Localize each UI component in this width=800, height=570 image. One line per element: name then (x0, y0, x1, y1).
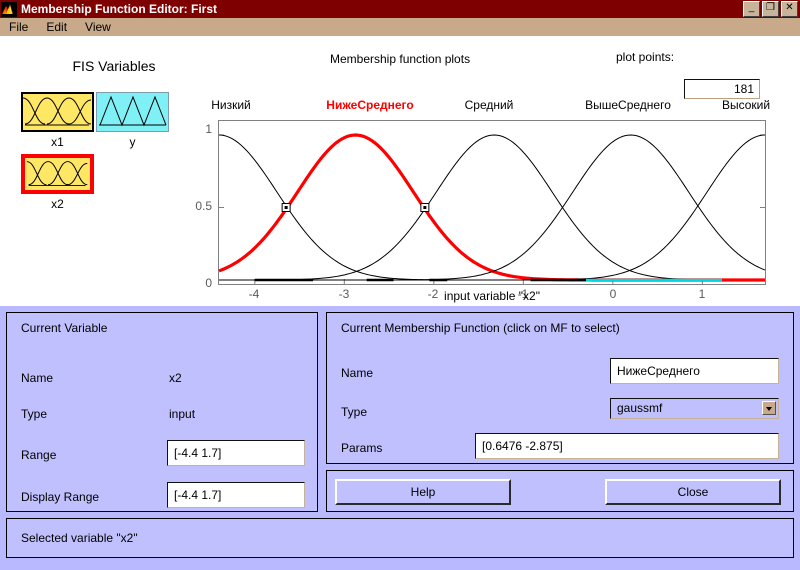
mf-type-select[interactable]: gaussmf (610, 398, 779, 419)
current-variable-panel: Current Variable Name x2 Type input Rang… (6, 312, 318, 512)
help-button[interactable]: Help (335, 479, 511, 505)
mf-label-vyshesrednego[interactable]: ВышеСреднего (585, 98, 671, 112)
matlab-membrane-icon (1, 1, 17, 17)
fis-variable-label-y: y (129, 135, 136, 149)
plot-points-label: plot points: (616, 50, 675, 64)
action-button-bar: Help Close (326, 470, 794, 512)
ytick-label-0: 0 (205, 276, 212, 290)
matlab-membrane-glyph (1, 1, 17, 17)
current-variable-panel-title: Current Variable (21, 321, 108, 335)
fis-variable-label-x2: x2 (51, 197, 64, 211)
mf-params-input[interactable]: [0.6476 -2.875] (475, 433, 779, 459)
close-button-label: Close (677, 485, 709, 499)
range-input[interactable]: [-4.4 1.7] (167, 440, 305, 466)
current-variable-type-label: Type (21, 407, 48, 421)
mf-label-vysokiy[interactable]: Высокий (722, 98, 770, 112)
minimize-icon: _ (748, 2, 755, 13)
current-variable-name-value: x2 (169, 371, 182, 385)
fis-variable-thumb-x1 (23, 97, 92, 126)
fis-variable-box-y[interactable] (96, 92, 169, 132)
fis-variables-title: FIS Variables (72, 58, 156, 74)
xtick-label-0: 0 (609, 287, 617, 301)
close-icon: ✕ (785, 2, 794, 13)
mf-label-sredniy[interactable]: Средний (465, 98, 514, 112)
mf-curve[interactable] (218, 134, 765, 281)
fis-variable-thumb-x2 (26, 161, 88, 187)
mf-curve[interactable] (219, 134, 766, 281)
current-mf-type-label: Type (341, 405, 368, 419)
fis-variable-label-x1: x1 (51, 135, 64, 149)
close-button[interactable]: ✕ (781, 1, 798, 17)
current-variable-display-range-label: Display Range (21, 490, 100, 504)
ytick-label-1: 1 (205, 122, 212, 136)
fis-variable-thumb-y (99, 95, 167, 127)
mf-label-nizhesrednego[interactable]: НижеСреднего (326, 98, 413, 112)
mf-plot-axes[interactable]: Низкий НижеСреднего Средний ВышеСреднего… (195, 98, 770, 306)
mf-curve[interactable] (219, 134, 765, 281)
plot-points-input[interactable]: 181 (684, 79, 760, 99)
current-mf-panel: Current Membership Function (click on MF… (326, 312, 794, 464)
maximize-icon: ❐ (766, 2, 775, 13)
current-variable-name-label: Name (21, 371, 54, 385)
close-action-button[interactable]: Close (605, 479, 781, 505)
mf-curve[interactable] (219, 134, 766, 281)
ytick-label-0-5: 0.5 (195, 199, 212, 213)
current-variable-range-label: Range (21, 448, 57, 462)
menu-item-file[interactable]: File (0, 18, 37, 36)
window-title: Membership Function Editor: First (21, 2, 218, 16)
xtick-label-neg3: -3 (338, 287, 350, 301)
help-button-label: Help (410, 485, 436, 499)
menu-item-edit[interactable]: Edit (37, 18, 76, 36)
xtick-label-neg2: -2 (427, 287, 439, 301)
minimize-button[interactable]: _ (743, 1, 760, 17)
membership-function-plots-title: Membership function plots (330, 52, 471, 66)
display-range-input[interactable]: [-4.4 1.7] (167, 482, 305, 508)
lower-panel-area: Current Variable Name x2 Type input Rang… (0, 306, 800, 570)
status-bar: Selected variable "x2" (6, 518, 794, 558)
mf-name-input[interactable]: НижеСреднего (610, 358, 779, 384)
mf-curve[interactable] (218, 133, 765, 282)
maximize-button[interactable]: ❐ (762, 1, 779, 17)
xtick-label-neg4: -4 (248, 287, 260, 301)
menu-bar: File Edit View (0, 18, 800, 36)
x-axis-label: input variable "x2" (444, 289, 540, 303)
status-text: Selected variable "x2" (21, 531, 138, 545)
mf-label-nizkiy[interactable]: Низкий (211, 98, 251, 112)
current-mf-panel-title: Current Membership Function (click on MF… (341, 321, 620, 335)
current-variable-type-value: input (169, 407, 196, 421)
chevron-down-icon[interactable] (762, 401, 776, 415)
current-mf-name-label: Name (341, 366, 374, 380)
mf-curves[interactable] (218, 120, 766, 285)
current-mf-params-label: Params (341, 441, 383, 455)
mf-type-value: gaussmf (617, 401, 663, 415)
fis-variable-box-x1[interactable] (21, 92, 94, 132)
xtick-label-1: 1 (698, 287, 706, 301)
menu-item-view[interactable]: View (76, 18, 120, 36)
window-titlebar: Membership Function Editor: First _ ❐ ✕ (0, 0, 800, 18)
fis-variable-box-x2[interactable] (21, 154, 94, 194)
